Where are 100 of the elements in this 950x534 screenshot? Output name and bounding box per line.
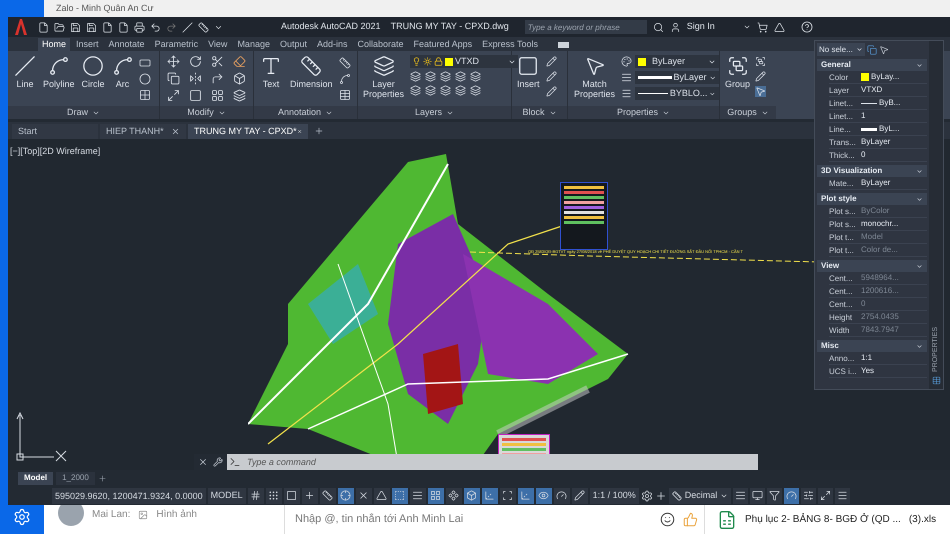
- status-toggle[interactable]: [266, 488, 282, 504]
- ribbon-toggle-icon[interactable]: [558, 42, 569, 48]
- status-toggle[interactable]: [482, 488, 498, 504]
- folder-icon[interactable]: [54, 22, 65, 32]
- status-toggle[interactable]: [733, 488, 748, 504]
- thumbs-up-icon[interactable]: [683, 512, 698, 527]
- layer-dropdown[interactable]: VTXD: [410, 55, 518, 68]
- eraser-icon[interactable]: [233, 55, 246, 68]
- ribbon-tool-button[interactable]: Line: [12, 55, 38, 89]
- ribbon-tab[interactable]: Add-ins: [313, 38, 352, 51]
- property-value[interactable]: ByLayer: [861, 136, 890, 148]
- color-dropdown[interactable]: ByLayer: [635, 55, 719, 68]
- status-toggle[interactable]: [356, 488, 372, 504]
- move-icon[interactable]: [167, 55, 180, 68]
- color-wheel-icon[interactable]: [621, 56, 632, 67]
- block-edit-icon[interactable]: [546, 56, 557, 67]
- ribbon-tab[interactable]: Collaborate: [354, 38, 408, 51]
- layer-tool-icon[interactable]: [410, 85, 422, 96]
- status-toggle[interactable]: [302, 488, 318, 504]
- settings-icon[interactable]: [640, 490, 653, 502]
- save-as-icon[interactable]: [86, 22, 97, 32]
- status-toggle[interactable]: [410, 488, 426, 504]
- status-toggle[interactable]: [248, 488, 264, 504]
- close-icon[interactable]: [296, 127, 302, 136]
- ribbon-tab[interactable]: Express Tools: [478, 38, 542, 51]
- ribbon-tab[interactable]: View: [204, 38, 232, 51]
- file-tab[interactable]: TRUNG MY TAY - CPXD*: [188, 124, 308, 139]
- group-edit-icon[interactable]: [755, 71, 766, 82]
- copy-icon[interactable]: [167, 72, 180, 85]
- status-toggle[interactable]: [784, 488, 800, 504]
- ribbon-tool-button[interactable]: Match Properties: [571, 55, 618, 99]
- property-value[interactable]: 1: [861, 110, 866, 122]
- table-icon[interactable]: [338, 89, 351, 101]
- ribbon-tool-button[interactable]: Layer Properties: [361, 55, 406, 99]
- line-icon[interactable]: [182, 22, 193, 32]
- search-field[interactable]: Type a keyword or phrase: [524, 20, 647, 34]
- ribbon-tool-button[interactable]: Polyline: [41, 55, 77, 89]
- layer-tool-icon[interactable]: [440, 71, 452, 82]
- layer-tool-icon[interactable]: [410, 71, 422, 82]
- property-value[interactable]: Yes: [861, 365, 874, 377]
- status-toggle[interactable]: [464, 488, 480, 504]
- layer-tool-icon[interactable]: [470, 85, 482, 96]
- panel-title[interactable]: Layers: [414, 106, 442, 120]
- ribbon-tool-button[interactable]: Text: [258, 55, 284, 89]
- status-toggle[interactable]: [320, 488, 336, 504]
- status-toggle[interactable]: [835, 488, 850, 504]
- triangle-icon[interactable]: [774, 22, 785, 32]
- plus-icon[interactable]: [654, 490, 667, 502]
- status-toggle[interactable]: [554, 488, 570, 504]
- annotation-scale-button[interactable]: 1:1 / 100%: [590, 488, 639, 504]
- command-input[interactable]: Type a command: [243, 454, 758, 470]
- ellipse-icon[interactable]: [138, 73, 151, 85]
- status-toggle[interactable]: [518, 488, 534, 504]
- ribbon-tab[interactable]: Parametric: [150, 38, 202, 51]
- block-edit-icon[interactable]: [546, 86, 557, 97]
- status-toggle[interactable]: [338, 488, 354, 504]
- lineweight-icon[interactable]: [621, 72, 632, 83]
- ribbon-tool-button[interactable]: Dimension: [288, 55, 335, 89]
- property-value[interactable]: ByL...: [879, 123, 900, 135]
- viewport-label[interactable]: [−][Top][2D Wireframe]: [10, 145, 100, 158]
- ribbon-tab[interactable]: Manage: [233, 38, 274, 51]
- section-header[interactable]: Plot style: [817, 193, 927, 205]
- array-icon[interactable]: [211, 88, 224, 102]
- caret-icon[interactable]: [742, 23, 751, 31]
- property-value[interactable]: ByLayer: [861, 177, 890, 189]
- ribbon-tab[interactable]: Annotate: [104, 38, 149, 51]
- close-icon[interactable]: [171, 127, 180, 136]
- cube-icon[interactable]: [233, 72, 246, 85]
- section-header[interactable]: 3D Visualization: [817, 165, 927, 177]
- property-value[interactable]: 0: [861, 149, 866, 161]
- cart-icon[interactable]: [756, 22, 768, 32]
- layer-tool-icon[interactable]: [470, 71, 482, 82]
- status-toggle[interactable]: [500, 488, 516, 504]
- sign-in-button[interactable]: Sign In: [686, 20, 715, 34]
- status-toggle[interactable]: [392, 488, 408, 504]
- document-icon[interactable]: [102, 22, 113, 32]
- status-toggle[interactable]: [284, 488, 300, 504]
- rotate-icon[interactable]: [189, 55, 202, 68]
- layer-tool-icon[interactable]: [455, 85, 466, 96]
- new-tab-icon[interactable]: [314, 126, 324, 136]
- property-value[interactable]: 1:1: [861, 352, 872, 364]
- ribbon-tab[interactable]: Insert: [72, 38, 103, 51]
- file-tab[interactable]: Start: [12, 124, 98, 139]
- help-icon[interactable]: [800, 21, 813, 33]
- file-name[interactable]: Phụ lục 2- BẢNG 8- BGĐ Ở (QD ...: [745, 512, 901, 527]
- scissors-icon[interactable]: [211, 55, 224, 68]
- leader-icon[interactable]: [338, 73, 351, 85]
- ribbon-tab[interactable]: Featured Apps: [410, 38, 476, 51]
- ribbon-tab[interactable]: Home: [38, 38, 70, 51]
- property-value[interactable]: ByB...: [879, 97, 900, 109]
- undo-icon[interactable]: [150, 22, 161, 32]
- linetype-dropdown[interactable]: BYBLO...: [635, 87, 719, 100]
- selection-icon[interactable]: [755, 86, 766, 97]
- letter-a-logo-icon[interactable]: [14, 19, 28, 35]
- ribbon-tool-button[interactable]: Circle: [80, 55, 107, 89]
- section-header[interactable]: Misc: [817, 340, 927, 352]
- layer-tool-icon[interactable]: [440, 85, 452, 96]
- search-icon[interactable]: [652, 22, 664, 32]
- panel-title[interactable]: Draw: [66, 106, 88, 120]
- layer-tool-icon[interactable]: [425, 71, 436, 82]
